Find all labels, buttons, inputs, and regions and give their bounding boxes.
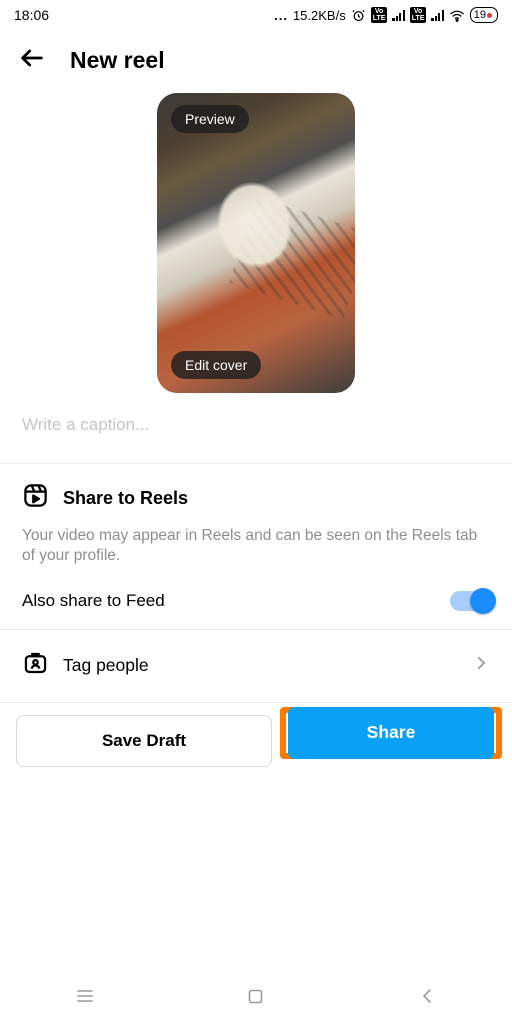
battery-percent: 19 — [474, 9, 486, 21]
tag-people-icon — [22, 650, 49, 682]
alarm-icon — [351, 8, 366, 23]
also-share-toggle[interactable] — [450, 591, 494, 611]
share-to-reels-description: Your video may appear in Reels and can b… — [22, 526, 490, 567]
preview-area: Preview Edit cover — [0, 87, 512, 411]
save-draft-button[interactable]: Save Draft — [16, 715, 272, 767]
volte-icon-1: VoLTE — [371, 7, 388, 23]
share-to-reels-title: Share to Reels — [63, 488, 188, 509]
preview-button[interactable]: Preview — [171, 105, 249, 133]
volte-icon-2: VoLTE — [410, 7, 427, 23]
tag-people-row[interactable]: Tag people — [0, 630, 512, 702]
home-button[interactable] — [216, 981, 296, 1011]
status-right: ... 15.2KB/s VoLTE VoLTE 19 — [274, 7, 498, 23]
reels-icon — [22, 482, 49, 514]
reel-preview[interactable]: Preview Edit cover — [157, 93, 355, 393]
back-button[interactable] — [387, 981, 467, 1011]
system-nav-bar — [0, 968, 512, 1024]
status-net-speed: 15.2KB/s — [293, 8, 346, 23]
app-header: New reel — [0, 30, 512, 87]
share-button-highlight: Share — [280, 707, 502, 759]
battery-icon: 19 — [470, 7, 498, 23]
recents-button[interactable] — [45, 981, 125, 1011]
tag-people-label: Tag people — [63, 655, 149, 676]
back-icon[interactable] — [18, 44, 46, 77]
caption-area — [0, 411, 512, 463]
signal-icon-2 — [431, 9, 443, 21]
save-draft-label: Save Draft — [102, 731, 186, 751]
caption-input[interactable] — [22, 415, 490, 435]
share-label: Share — [367, 722, 416, 743]
also-share-to-feed-row: Also share to Feed — [0, 583, 512, 629]
page-title: New reel — [70, 47, 165, 74]
status-bar: 18:06 ... 15.2KB/s VoLTE VoLTE 19 — [0, 0, 512, 30]
wifi-icon — [449, 9, 465, 22]
signal-icon-1 — [392, 9, 404, 21]
share-button[interactable]: Share — [288, 707, 494, 759]
share-to-reels-section: Share to Reels Your video may appear in … — [0, 464, 512, 583]
edit-cover-button[interactable]: Edit cover — [171, 351, 261, 379]
status-time: 18:06 — [14, 7, 49, 23]
chevron-right-icon — [472, 654, 490, 677]
also-share-to-feed-label: Also share to Feed — [22, 591, 165, 611]
button-row: Save Draft Share — [0, 703, 512, 787]
